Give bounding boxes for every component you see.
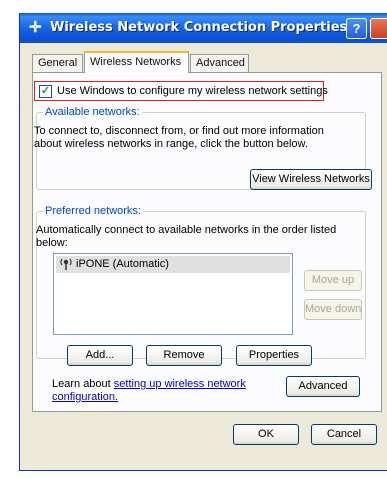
tab-advanced[interactable]: Advanced	[190, 54, 249, 72]
learn-about-prefix: Learn about	[52, 378, 114, 390]
move-down-button[interactable]: Move down	[304, 299, 362, 320]
properties-dialog: ✛ Wireless Network Connection Properties…	[19, 13, 387, 471]
wireless-antenna-icon	[60, 258, 72, 270]
move-up-button[interactable]: Move up	[304, 270, 362, 291]
use-windows-option[interactable]: ✓ Use Windows to configure my wireless n…	[34, 81, 328, 101]
use-windows-label: Use Windows to configure my wireless net…	[57, 85, 328, 97]
properties-button[interactable]: Properties	[236, 345, 312, 366]
cancel-button[interactable]: Cancel	[311, 424, 377, 445]
view-wireless-networks-button[interactable]: View Wireless Networks	[250, 169, 372, 190]
use-windows-checkbox[interactable]: ✓	[39, 85, 52, 98]
available-networks-description: To connect to, disconnect from, or find …	[34, 125, 324, 150]
preferred-networks-description: Automatically connect to available netwo…	[36, 224, 337, 249]
network-icon: ✛	[29, 19, 42, 36]
preferred-networks-list[interactable]: iPONE (Automatic)	[53, 253, 293, 335]
advanced-button[interactable]: Advanced	[286, 376, 360, 397]
available-networks-title: Available networks:	[43, 106, 142, 118]
tab-wireless-networks[interactable]: Wireless Networks	[84, 51, 189, 73]
add-button[interactable]: Add...	[67, 345, 133, 366]
list-item[interactable]: iPONE (Automatic)	[56, 256, 290, 273]
ok-button[interactable]: OK	[233, 424, 299, 445]
help-button[interactable]: ?	[346, 18, 367, 39]
tab-general[interactable]: General	[32, 54, 83, 72]
list-item-label: iPONE (Automatic)	[76, 258, 169, 270]
close-button[interactable]	[370, 18, 387, 39]
preferred-networks-title: Preferred networks:	[43, 205, 143, 217]
window-title: Wireless Network Connection Properties	[50, 20, 348, 35]
learn-about-text: Learn about setting up wireless network …	[52, 378, 262, 404]
tab-strip: General Wireless Networks Advanced	[32, 51, 332, 73]
title-bar[interactable]: ✛ Wireless Network Connection Properties…	[20, 13, 387, 43]
remove-button[interactable]: Remove	[146, 345, 222, 366]
